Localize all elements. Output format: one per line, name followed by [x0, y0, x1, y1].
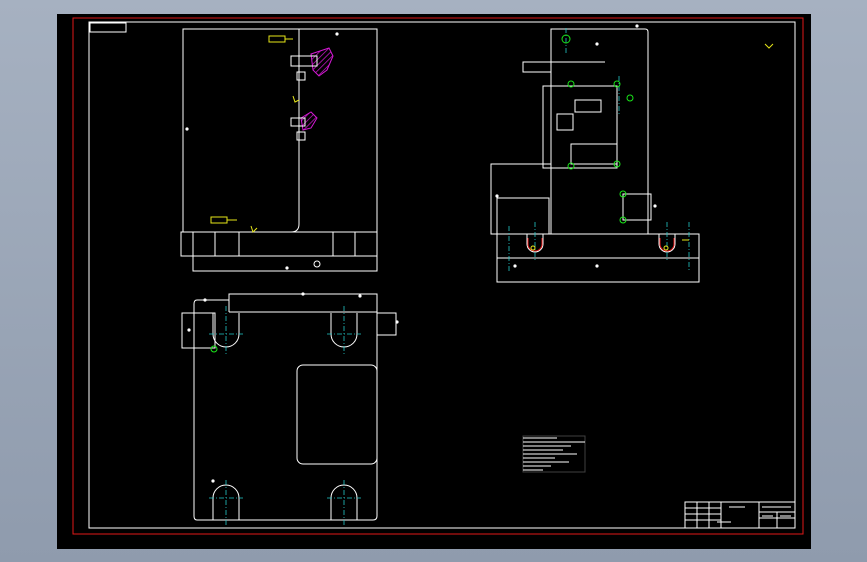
technical-notes: [522, 435, 586, 473]
inner-border: [88, 21, 796, 529]
plan-view: [181, 292, 399, 526]
dimension-tag: [268, 35, 286, 43]
corner-label-box: [89, 22, 127, 33]
hatched-section-upper: [310, 47, 334, 77]
front-view: [180, 28, 378, 272]
title-block: [684, 501, 796, 529]
cad-drawing: [72, 17, 804, 535]
side-view: [490, 24, 774, 283]
dimension-tag: [210, 216, 228, 224]
hatched-section-lower: [300, 111, 318, 131]
cad-viewport[interactable]: [57, 14, 811, 549]
